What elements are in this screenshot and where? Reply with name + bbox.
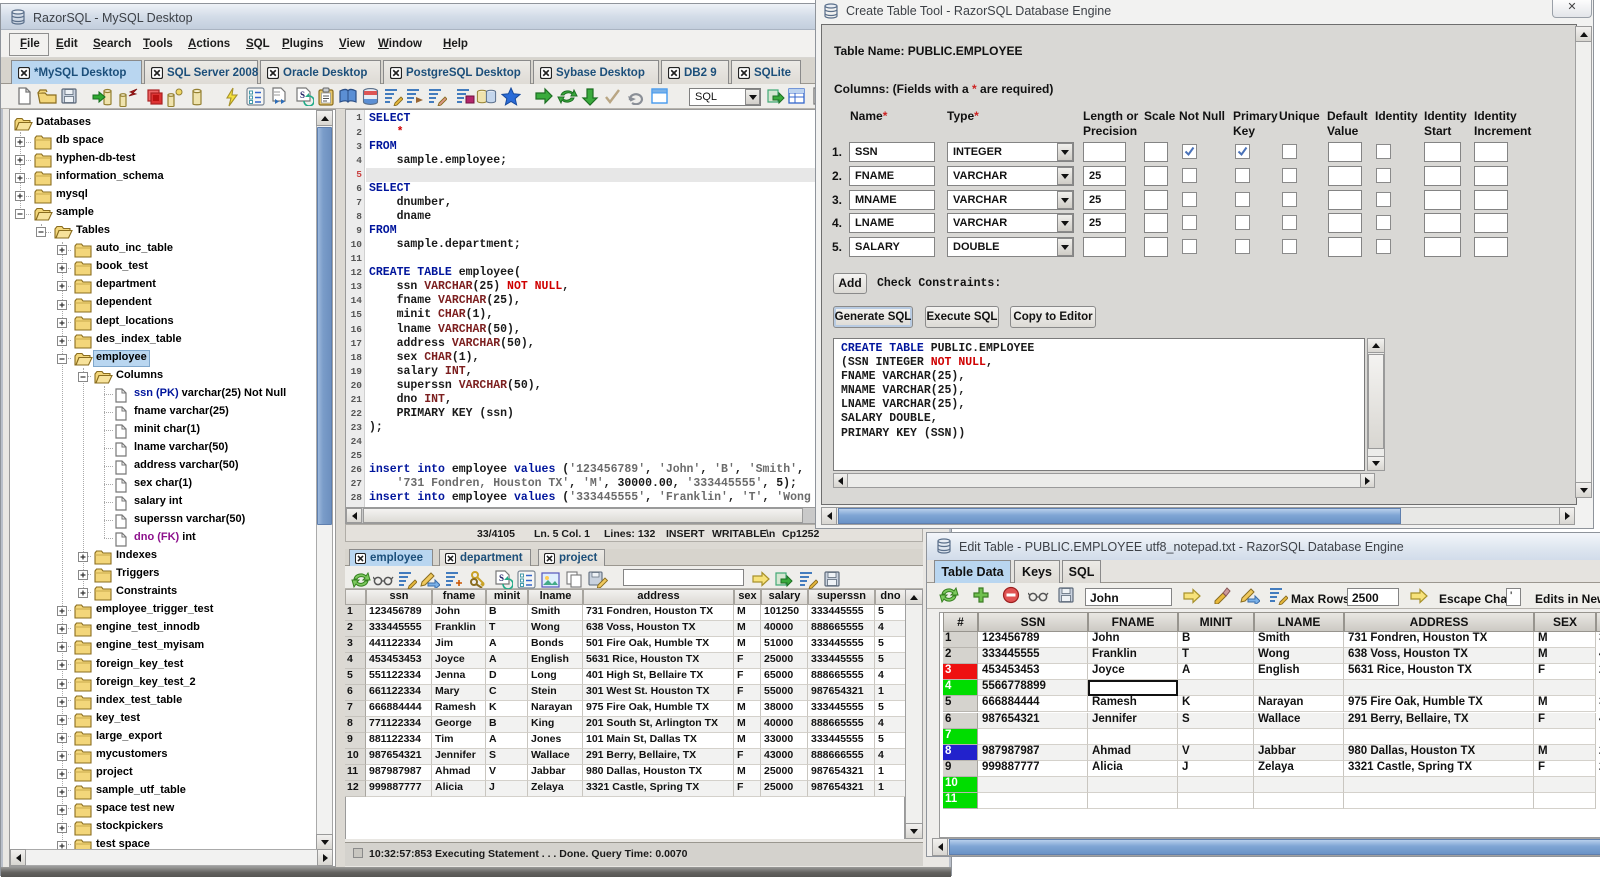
svg-text:S: S (300, 90, 305, 100)
svg-text:S: S (499, 573, 504, 583)
